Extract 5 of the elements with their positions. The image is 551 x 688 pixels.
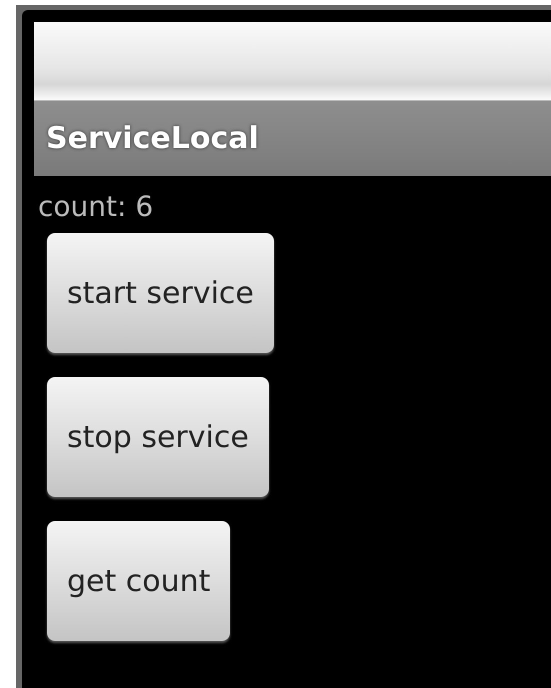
app-button[interactable]: stop service bbox=[47, 377, 269, 497]
app-button[interactable]: get count bbox=[47, 521, 230, 641]
app-button[interactable]: start service bbox=[47, 233, 274, 353]
count-label: count: 6 bbox=[37, 189, 154, 223]
app-title: ServiceLocal bbox=[46, 121, 259, 156]
